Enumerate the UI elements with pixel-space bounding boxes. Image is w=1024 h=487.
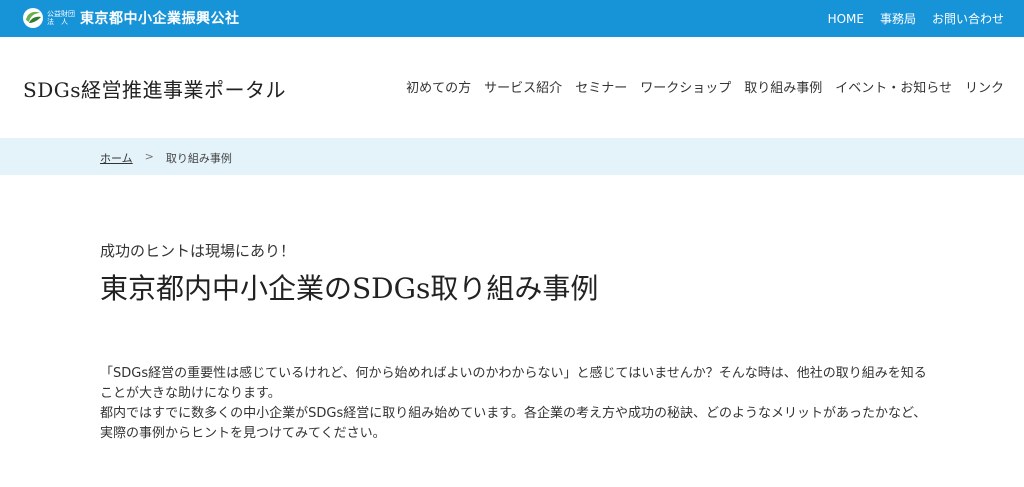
site-header: SDGs経営推進事業ポータル 初めての方 サービス紹介 セミナー ワークショップ… <box>0 37 1024 138</box>
top-bar: 公益財団 法 人 東京都中小企業振興公社 HOME 事務局 お問い合わせ <box>0 0 1024 37</box>
org-prefix: 公益財団 法 人 <box>47 10 75 26</box>
org-logo-icon <box>23 8 43 28</box>
breadcrumb-current: 取り組み事例 <box>165 152 232 165</box>
nav-item-beginners[interactable]: 初めての方 <box>406 77 471 96</box>
breadcrumb-home[interactable]: ホーム <box>100 150 133 166</box>
org-prefix-line2: 法 人 <box>47 18 68 26</box>
org-brand[interactable]: 公益財団 法 人 東京都中小企業振興公社 <box>22 7 240 29</box>
nav-item-services[interactable]: サービス紹介 <box>484 77 562 96</box>
intro-paragraph-2: 都内ではすでに数多くの中小企業がSDGs経営に取り組み始めています。各企業の考え… <box>100 406 927 441</box>
site-title[interactable]: SDGs経営推進事業ポータル <box>23 74 286 103</box>
top-link-contact[interactable]: お問い合わせ <box>932 10 1004 27</box>
breadcrumb: ホーム > 取り組み事例 <box>100 150 232 166</box>
org-prefix-line1: 公益財団 <box>47 10 75 18</box>
page-title: 東京都内中小企業のSDGs取り組み事例 <box>100 272 599 305</box>
breadcrumb-bar: ホーム > 取り組み事例 <box>0 138 1024 175</box>
nav-item-events[interactable]: イベント・お知らせ <box>835 77 952 96</box>
top-nav: HOME 事務局 お問い合わせ <box>828 0 1004 37</box>
lead-text: 成功のヒントは現場にあり！ <box>100 242 296 260</box>
nav-item-workshops[interactable]: ワークショップ <box>640 77 731 96</box>
breadcrumb-separator: > <box>144 150 154 163</box>
org-name: 東京都中小企業振興公社 <box>80 11 240 27</box>
nav-item-seminars[interactable]: セミナー <box>575 77 627 96</box>
intro-paragraph-1: 「SDGs経営の重要性は感じているけれど、何から始めればよいのかわからない」と感… <box>100 366 927 401</box>
top-link-office[interactable]: 事務局 <box>880 10 916 27</box>
nav-item-links[interactable]: リンク <box>965 77 1004 96</box>
top-link-home[interactable]: HOME <box>828 12 864 26</box>
nav-item-case-studies[interactable]: 取り組み事例 <box>744 77 822 96</box>
intro-text: 「SDGs経営の重要性は感じているけれど、何から始めればよいのかわからない」と感… <box>100 364 930 444</box>
main-nav: 初めての方 サービス紹介 セミナー ワークショップ 取り組み事例 イベント・お知… <box>406 77 1004 96</box>
